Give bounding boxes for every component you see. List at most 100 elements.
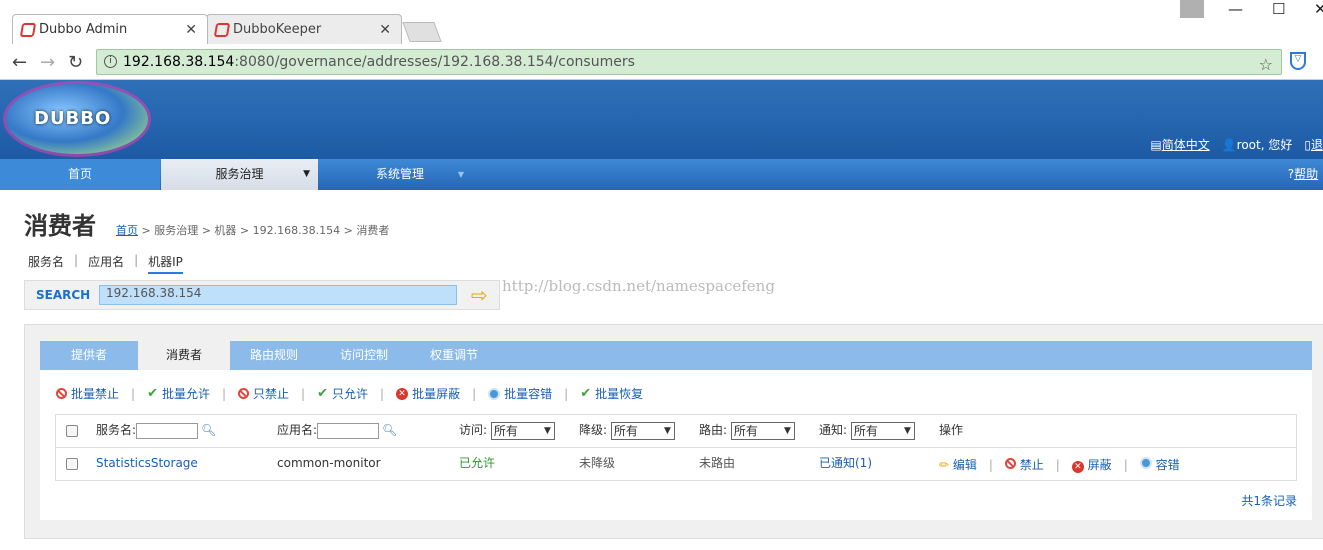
browser-tab-dubbokeeper[interactable]: DubboKeeper ✕ bbox=[206, 14, 402, 44]
address-bar-row: ← → ↻ i 192.168.38.154:8080/governance/a… bbox=[0, 44, 1323, 80]
extension-shield-icon[interactable]: ▽ bbox=[1290, 52, 1306, 70]
edit-button[interactable]: ✏ 编辑 bbox=[939, 450, 977, 480]
record-count: 共1条记录 bbox=[1241, 494, 1297, 508]
user-greeting: 👤root, 您好 bbox=[1221, 138, 1293, 152]
batch-forbid-button[interactable]: 批量禁止 bbox=[56, 385, 119, 402]
main-menu: 首页 服务治理 ▼ 系统管理 ▼ ?帮助 bbox=[0, 159, 1323, 190]
row-operations: ✏ 编辑 | 禁止 | ✕ 屏蔽 | 容错 bbox=[939, 448, 1180, 481]
service-filter-input[interactable] bbox=[136, 422, 199, 439]
separator: | bbox=[988, 457, 993, 472]
chevron-down-icon: ▼ bbox=[303, 169, 310, 179]
separator: | bbox=[1123, 457, 1128, 472]
batch-recover-button[interactable]: ✔ 批量恢复 bbox=[580, 385, 643, 402]
app-header: 应用名: 🔍︎ bbox=[277, 422, 398, 439]
table-header-row: 服务名:🔍︎ 应用名:🔍︎ 访问: 所有 降级: 所有 路由: 所有 通知: 所… bbox=[56, 415, 1296, 448]
service-link[interactable]: StatisticsStorage bbox=[96, 448, 198, 481]
notify-header: 通知: 所有 bbox=[819, 415, 915, 448]
only-allow-button[interactable]: ✔ 只允许 bbox=[317, 385, 368, 402]
separator: | bbox=[380, 386, 385, 401]
app-filter-input[interactable] bbox=[317, 422, 380, 439]
shield-button[interactable]: ✕ 屏蔽 bbox=[1071, 450, 1112, 480]
chevron-down-icon: ▼ bbox=[457, 170, 464, 179]
browser-tab-dubbo-admin[interactable]: Dubbo Admin ✕ bbox=[12, 14, 208, 44]
tab-weights[interactable]: 权重调节 bbox=[410, 341, 498, 370]
access-status: 已允许 bbox=[459, 456, 496, 470]
separator: | bbox=[472, 386, 477, 401]
search-box: SEARCH 192.168.38.154 ⇨ bbox=[24, 280, 500, 310]
search-tab-service[interactable]: 服务名 bbox=[28, 253, 64, 274]
dubbo-favicon-icon bbox=[19, 23, 37, 37]
menu-system[interactable]: 系统管理 ▼ bbox=[330, 159, 470, 190]
notify-link[interactable]: 已通知(1) bbox=[819, 448, 872, 481]
separator: | bbox=[1055, 457, 1060, 472]
notify-filter-select[interactable]: 所有 bbox=[850, 421, 915, 440]
url-host: 192.168.38.154 bbox=[123, 54, 235, 70]
bookmark-star-icon[interactable]: ☆ bbox=[1259, 53, 1273, 77]
info-icon[interactable]: i bbox=[104, 55, 117, 68]
tab-consumers[interactable]: 消费者 bbox=[138, 341, 230, 370]
user-toolbar: ▤简体中文 👤root, 您好 ▯退 bbox=[1150, 136, 1323, 153]
profile-icon[interactable] bbox=[1180, 0, 1204, 18]
ops-header: 操作 bbox=[939, 423, 964, 437]
search-type-tabs: 服务名 | 应用名 | 机器IP bbox=[28, 253, 183, 274]
logout-link[interactable]: ▯退 bbox=[1304, 136, 1323, 153]
select-all-checkbox[interactable] bbox=[66, 415, 78, 448]
search-tab-ip[interactable]: 机器IP bbox=[148, 253, 183, 274]
batch-actions: 批量禁止 | ✔ 批量允许 | 只禁止 | ✔ 只允许 | ✕ 批量屏蔽 | 批量容错… bbox=[56, 385, 643, 402]
separator: | bbox=[74, 253, 79, 267]
forward-arrow-icon[interactable]: → bbox=[40, 52, 55, 73]
separator: | bbox=[301, 386, 306, 401]
search-go-arrow-icon[interactable]: ⇨ bbox=[471, 285, 488, 305]
watermark-text: http://blog.csdn.net/namespacefeng bbox=[502, 277, 775, 295]
batch-tolerate-button[interactable]: 批量容错 bbox=[488, 385, 552, 402]
x-circle-icon: ✕ bbox=[396, 387, 409, 400]
logo-text: DUBBO bbox=[34, 108, 112, 129]
language-link[interactable]: ▤简体中文 bbox=[1150, 136, 1209, 153]
back-arrow-icon[interactable]: ← bbox=[12, 52, 27, 73]
minimize-icon[interactable]: — bbox=[1228, 0, 1243, 18]
breadcrumb: 首页 > 服务治理 > 机器 > 192.168.38.154 > 消费者 bbox=[116, 222, 389, 238]
search-icon[interactable]: 🔍︎ bbox=[201, 423, 216, 437]
x-circle-icon: ✕ bbox=[1071, 460, 1084, 473]
only-forbid-button[interactable]: 只禁止 bbox=[238, 385, 289, 402]
tab-title: DubboKeeper bbox=[233, 22, 322, 37]
url-input[interactable]: i 192.168.38.154:8080/governance/address… bbox=[96, 49, 1282, 75]
maximize-icon[interactable]: ☐ bbox=[1272, 0, 1285, 18]
search-icon[interactable]: 🔍︎ bbox=[382, 423, 397, 437]
url-path: :8080/governance/addresses/192.168.38.15… bbox=[234, 54, 635, 70]
breadcrumb-home-link[interactable]: 首页 bbox=[116, 224, 138, 237]
reload-icon[interactable]: ↻ bbox=[68, 52, 83, 73]
batch-shield-button[interactable]: ✕ 批量屏蔽 bbox=[396, 385, 460, 402]
close-tab-icon[interactable]: ✕ bbox=[379, 22, 391, 38]
separator: | bbox=[131, 386, 136, 401]
new-tab-button[interactable] bbox=[402, 22, 442, 42]
close-tab-icon[interactable]: ✕ bbox=[185, 22, 197, 38]
degrade-filter-select[interactable]: 所有 bbox=[610, 421, 675, 440]
check-icon: ✔ bbox=[317, 386, 328, 401]
batch-allow-button[interactable]: ✔ 批量允许 bbox=[147, 385, 210, 402]
menu-governance[interactable]: 服务治理 ▼ bbox=[161, 159, 318, 190]
route-filter-select[interactable]: 所有 bbox=[730, 421, 795, 440]
search-label: SEARCH bbox=[36, 288, 91, 302]
tab-access-control[interactable]: 访问控制 bbox=[318, 341, 410, 370]
app-cell: common-monitor bbox=[277, 456, 381, 470]
search-input[interactable]: 192.168.38.154 bbox=[99, 285, 457, 305]
degrade-status: 未降级 bbox=[579, 456, 616, 470]
panel-tabs: 提供者 消费者 路由规则 访问控制 权重调节 bbox=[40, 341, 1312, 370]
tab-routes[interactable]: 路由规则 bbox=[230, 341, 318, 370]
access-filter-select[interactable]: 所有 bbox=[490, 421, 555, 440]
menu-help[interactable]: ?帮助 bbox=[1283, 159, 1323, 190]
tab-providers[interactable]: 提供者 bbox=[40, 341, 138, 370]
route-status: 未路由 bbox=[699, 456, 736, 470]
search-tab-app[interactable]: 应用名 bbox=[88, 253, 124, 274]
check-icon: ✔ bbox=[147, 386, 158, 401]
menu-home[interactable]: 首页 bbox=[0, 159, 160, 190]
consumers-table: 服务名:🔍︎ 应用名:🔍︎ 访问: 所有 降级: 所有 路由: 所有 通知: 所… bbox=[55, 414, 1297, 481]
tolerate-button[interactable]: 容错 bbox=[1139, 450, 1180, 480]
degrade-header: 降级: 所有 bbox=[579, 415, 675, 448]
route-header: 路由: 所有 bbox=[699, 415, 795, 448]
forbid-button[interactable]: 禁止 bbox=[1004, 450, 1044, 480]
row-checkbox[interactable] bbox=[66, 448, 78, 481]
close-window-icon[interactable]: ✕ bbox=[1314, 0, 1323, 18]
check-icon: ✔ bbox=[580, 386, 592, 401]
